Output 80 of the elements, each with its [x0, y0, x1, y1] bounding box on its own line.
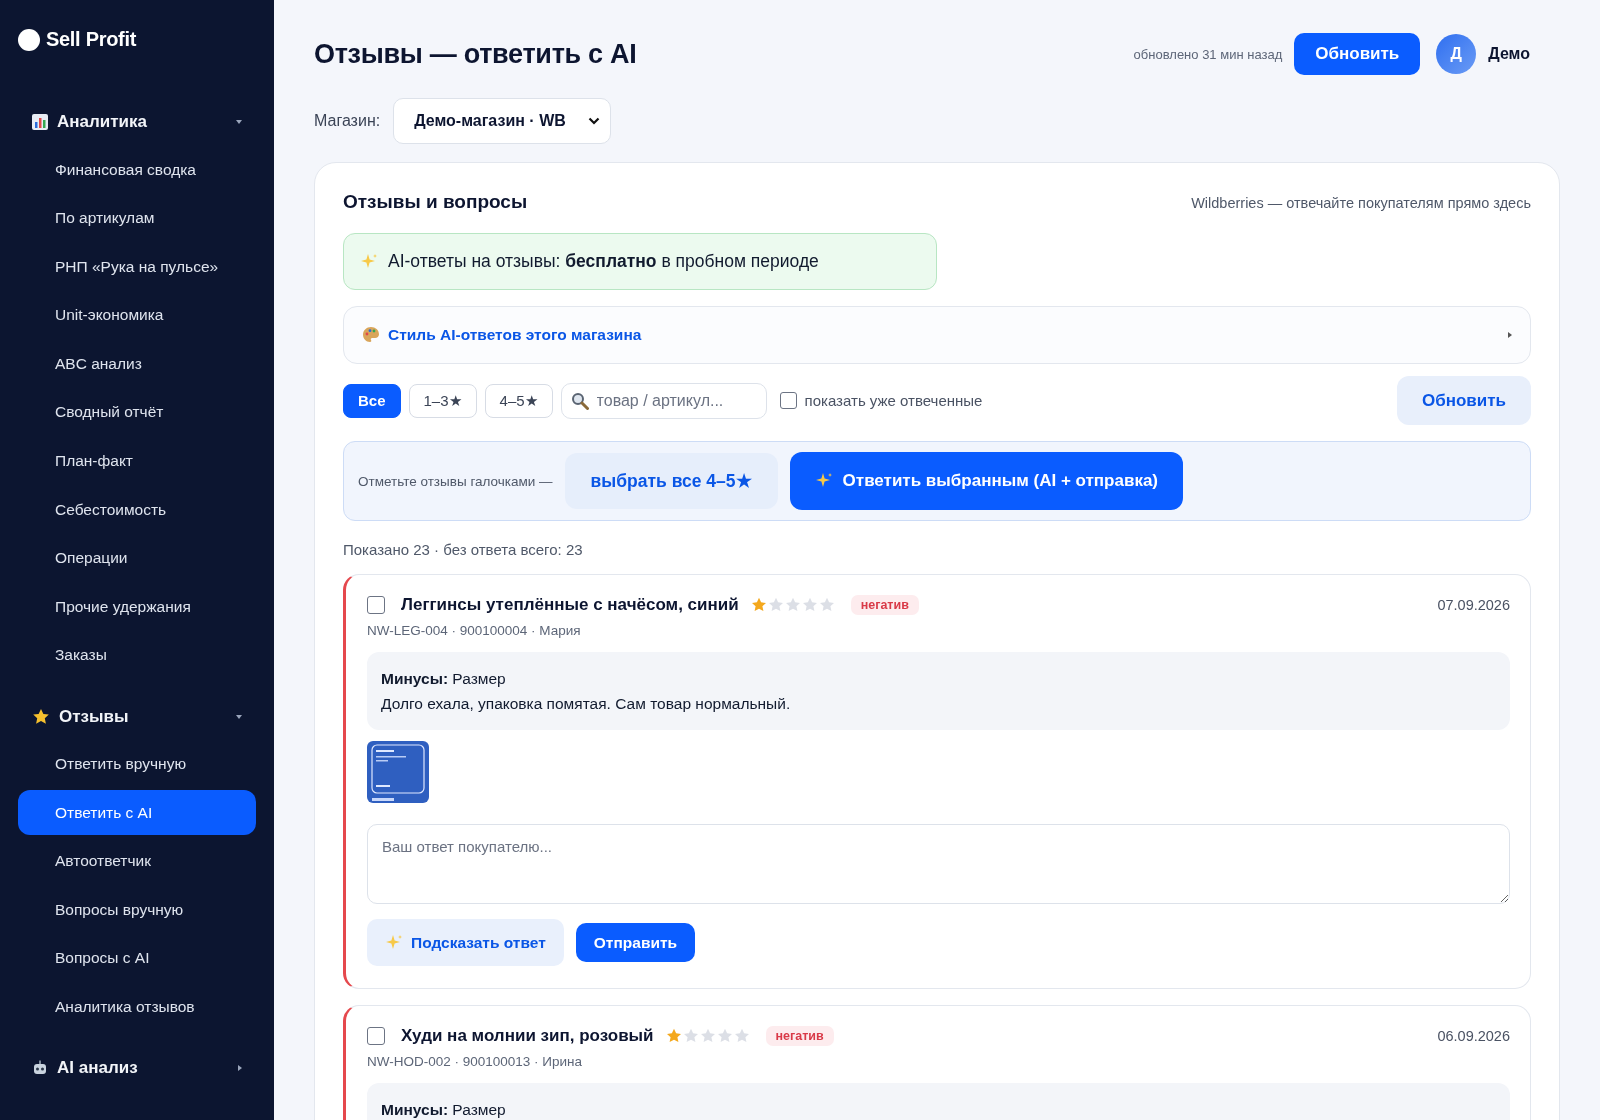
- review-cons: Минусы: Размер: [381, 1100, 507, 1120]
- checkbox[interactable]: [779, 392, 797, 409]
- sidebar-item[interactable]: Ответить вручную: [18, 741, 256, 787]
- star-icon: [818, 597, 835, 613]
- sidebar-item[interactable]: ABC анализ: [18, 341, 256, 387]
- review-date: 06.09.2026: [1437, 1028, 1510, 1044]
- product-name: Леггинсы утеплённые с начёсом, синий: [401, 595, 739, 615]
- panel-subtitle: Wildberries — отвечайте покупателям прямо здесь: [1191, 195, 1531, 211]
- star-icon: [784, 597, 801, 613]
- reply-field[interactable]: Ваш ответ покупателю...: [367, 824, 1510, 904]
- sidebar-item[interactable]: Аналитика отзывов: [18, 984, 256, 1030]
- select-all-button[interactable]: выбрать все 4–5★: [564, 453, 778, 509]
- star-icon: [733, 1028, 750, 1044]
- search-icon: [570, 391, 589, 410]
- star-icon: [665, 1028, 682, 1044]
- store-label: Магазин:: [314, 112, 381, 130]
- user-name: Демо: [1488, 45, 1530, 63]
- star-icon: [767, 597, 784, 613]
- caret-icon[interactable]: [1508, 332, 1512, 338]
- sidebar-item[interactable]: РНП «Рука на пульсе»: [18, 244, 256, 290]
- star-icon: [32, 707, 50, 726]
- filter-chip[interactable]: Все: [343, 383, 401, 418]
- review-date: 07.09.2026: [1437, 597, 1510, 613]
- summary-text: Показано 23 · без ответа всего: 23: [343, 541, 584, 558]
- sidebar-item[interactable]: Вопросы с AI: [18, 935, 256, 981]
- chevron-down-icon: [587, 117, 600, 125]
- review-text: Долго ехала, упаковка помятая. Сам товар нормальный.: [381, 694, 792, 714]
- updated-time: обновлено 31 мин назад: [1133, 46, 1283, 62]
- sidebar-item[interactable]: Ответить с AI: [18, 790, 256, 836]
- checkbox-label: показать уже отвеченные: [804, 392, 983, 409]
- search-field[interactable]: товар / артикул...: [560, 382, 767, 419]
- bulk-hint: Отметьте отзывы галочками —: [358, 473, 553, 489]
- sidebar-section[interactable]: Аналитика: [57, 112, 227, 132]
- refresh-button[interactable]: Обновить: [1294, 33, 1421, 75]
- bar-chart-icon: [32, 114, 48, 130]
- page-title: Отзывы — ответить с AI: [314, 38, 638, 70]
- caret-icon[interactable]: [236, 714, 242, 719]
- sidebar-item[interactable]: Операции: [18, 535, 256, 581]
- review-cons: Минусы: Размер: [381, 669, 507, 689]
- sidebar-section[interactable]: AI анализ: [57, 1058, 229, 1079]
- sidebar-section[interactable]: Отзывы: [59, 706, 227, 727]
- filter-chip[interactable]: 4–5★: [484, 383, 553, 418]
- reply-selected-button[interactable]: Ответить выбранным (AI + отправка): [789, 452, 1184, 510]
- sidebar-item[interactable]: Себестоимость: [18, 487, 256, 533]
- review-meta: NW-HOD-002 · 900100013 · Ирина: [367, 1054, 584, 1069]
- sidebar-item[interactable]: Сводный отчёт: [18, 389, 256, 435]
- review-checkbox[interactable]: [367, 1027, 385, 1045]
- caret-icon[interactable]: [236, 120, 242, 124]
- sentiment-badge: негатив: [765, 1026, 834, 1046]
- sidebar-item[interactable]: По артикулам: [18, 195, 256, 241]
- sidebar-item[interactable]: Финансовая сводка: [18, 147, 256, 192]
- filter-chip[interactable]: 1–3★: [408, 383, 477, 418]
- star-icon: [682, 1028, 699, 1044]
- store-select[interactable]: Демо-магазин · WB: [393, 98, 611, 144]
- star-icon: [801, 597, 818, 613]
- sidebar-item[interactable]: Unit-экономика: [18, 292, 256, 338]
- sidebar-item[interactable]: Заказы: [18, 632, 256, 678]
- palette-icon: [362, 326, 380, 344]
- sidebar-item[interactable]: Автоответчик: [18, 838, 256, 884]
- style-section[interactable]: Стиль AI-ответов этого магазина: [343, 306, 1531, 364]
- sidebar-item[interactable]: Прочие удержания: [18, 584, 256, 630]
- logo-icon: [18, 28, 40, 51]
- sidebar-item[interactable]: План-факт: [18, 438, 256, 484]
- star-icon: [750, 597, 767, 613]
- review-meta: NW-LEG-004 · 900100004 · Мария: [367, 623, 582, 638]
- sentiment-badge: негатив: [850, 595, 919, 615]
- suggest-reply-button[interactable]: Подсказать ответ: [367, 919, 564, 966]
- sidebar-item[interactable]: Вопросы вручную: [18, 887, 256, 933]
- panel-title: Отзывы и вопросы: [343, 191, 528, 213]
- refresh-button[interactable]: Обновить: [1396, 376, 1531, 425]
- send-button[interactable]: Отправить: [575, 923, 696, 962]
- robot-icon: [32, 1060, 48, 1077]
- user-avatar[interactable]: Д: [1436, 34, 1477, 74]
- product-name: Худи на молнии зип, розовый: [401, 1026, 654, 1046]
- review-checkbox[interactable]: [367, 596, 385, 614]
- caret-icon[interactable]: [238, 1065, 242, 1072]
- star-icon: [716, 1028, 733, 1044]
- star-icon: [699, 1028, 716, 1044]
- brand-name: Sell Profit: [46, 28, 137, 51]
- promo-text: AI-ответы на отзывы: бесплатно в пробном периоде: [388, 251, 819, 272]
